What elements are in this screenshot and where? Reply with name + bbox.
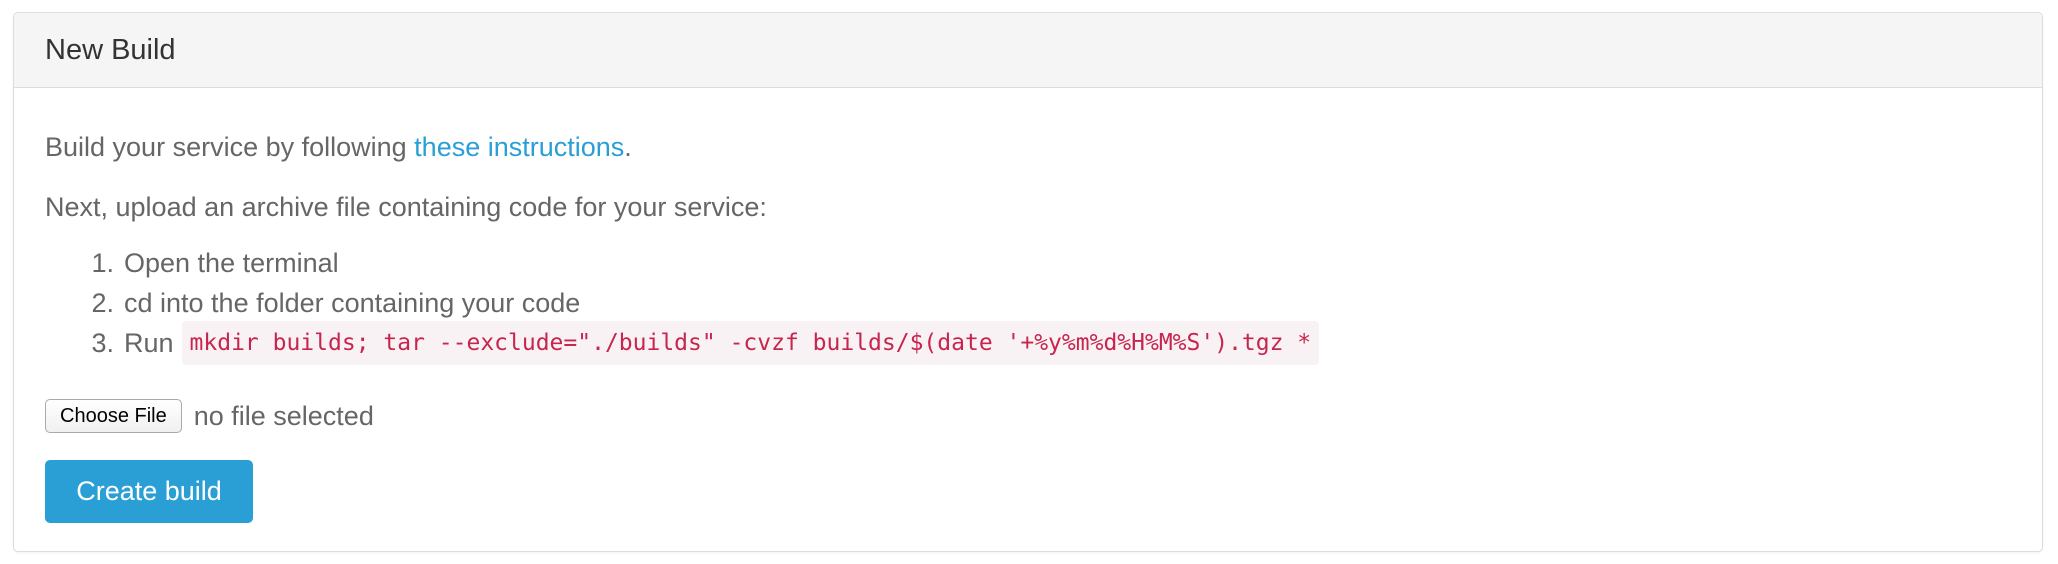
create-build-button[interactable]: Create build — [45, 460, 253, 523]
panel-title: New Build — [45, 33, 176, 66]
step-text: Run — [124, 328, 174, 358]
step-item: 2. cd into the folder containing your co… — [45, 283, 1319, 323]
step-number: 1. — [91, 248, 114, 278]
panel-heading: New Build — [14, 13, 2042, 88]
intro-text: Build your service by following these in… — [45, 129, 632, 165]
step-item: 1. Open the terminal — [45, 243, 1319, 283]
upload-instructions-text: Next, upload an archive file containing … — [45, 192, 767, 222]
build-command-code: mkdir builds; tar --exclude="./builds" -… — [181, 321, 1320, 365]
steps-list: 1. Open the terminal 2. cd into the fold… — [45, 243, 1320, 365]
step-item: 3. Run mkdir builds; tar --exclude="./bu… — [45, 321, 1320, 365]
file-status-text: no file selected — [193, 400, 374, 431]
file-input-row: Choose File no file selected — [45, 399, 374, 433]
step-number: 2. — [91, 288, 114, 318]
step-number: 3. — [91, 328, 114, 358]
instructions-link[interactable]: these instructions — [414, 132, 624, 162]
step-text: Open the terminal — [124, 248, 339, 278]
intro-prefix: Build your service by following — [45, 132, 415, 162]
choose-file-button[interactable]: Choose File — [45, 399, 182, 433]
new-build-panel: New Build Build your service by followin… — [13, 12, 2043, 552]
intro-suffix: . — [624, 132, 632, 162]
step-text: cd into the folder containing your code — [124, 288, 581, 318]
